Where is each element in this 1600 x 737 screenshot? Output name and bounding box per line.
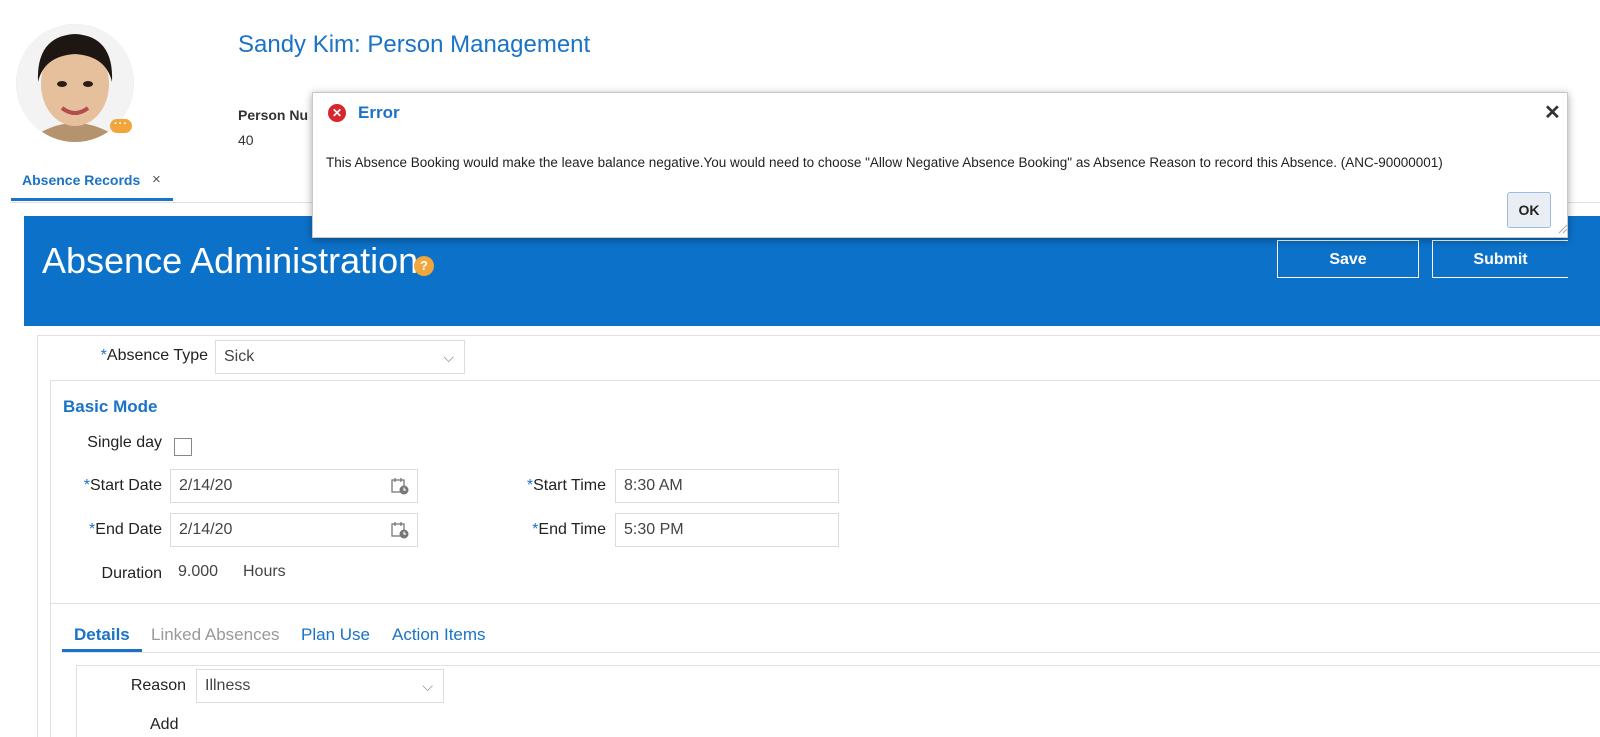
- submit-button[interactable]: Submit: [1432, 240, 1568, 278]
- page-title: Sandy Kim: Person Management: [238, 31, 591, 58]
- tab-close-icon[interactable]: ×: [152, 171, 161, 188]
- person-number-value: 40: [238, 132, 254, 148]
- ok-button[interactable]: OK: [1507, 192, 1551, 228]
- chevron-down-icon: ⌵: [422, 678, 433, 694]
- calendar-icon[interactable]: [391, 477, 409, 495]
- end-time-label: *End Time: [532, 521, 606, 538]
- start-time-input[interactable]: 8:30 AM: [615, 469, 839, 503]
- divider: [50, 603, 1600, 604]
- tab-plan-use[interactable]: Plan Use: [301, 625, 370, 645]
- start-date-input[interactable]: 2/14/20: [170, 469, 418, 503]
- tab-action-items[interactable]: Action Items: [392, 625, 486, 645]
- duration-unit: Hours: [243, 563, 286, 580]
- end-date-label: *End Date: [89, 521, 162, 538]
- single-day-checkbox[interactable]: [174, 438, 192, 456]
- start-time-label: *Start Time: [526, 477, 606, 494]
- error-message: This Absence Booking would make the leav…: [326, 155, 1443, 170]
- calendar-icon[interactable]: [391, 521, 409, 539]
- banner-title: Absence Administration: [42, 240, 419, 281]
- person-number-label: Person Nu: [238, 107, 309, 123]
- reason-label: Reason: [130, 677, 186, 694]
- duration-label: Duration: [101, 565, 162, 582]
- start-date-label: *Start Date: [83, 477, 162, 494]
- reason-value: Illness: [205, 677, 251, 694]
- subtabs-baseline: [62, 652, 1600, 653]
- resize-grip-icon[interactable]: [1556, 222, 1568, 234]
- help-icon[interactable]: ?: [414, 256, 434, 276]
- reason-select[interactable]: Illness ⌵: [196, 669, 444, 703]
- absence-type-select[interactable]: Sick ⌵: [215, 340, 465, 374]
- end-time-input[interactable]: 5:30 PM: [615, 513, 839, 547]
- chat-bubble-icon[interactable]: ···: [110, 119, 132, 133]
- save-button[interactable]: Save: [1277, 240, 1419, 278]
- start-date-value: 2/14/20: [179, 477, 233, 494]
- tab-linked-absences[interactable]: Linked Absences: [151, 625, 280, 645]
- absence-type-label: *Absence Type: [100, 347, 208, 364]
- end-date-input[interactable]: 2/14/20: [170, 513, 418, 547]
- tab-details[interactable]: Details: [74, 625, 130, 645]
- dialog-title: Error: [358, 103, 400, 122]
- close-icon[interactable]: ✕: [1544, 100, 1561, 125]
- tab-absence-records-label[interactable]: Absence Records: [22, 172, 140, 188]
- chevron-down-icon: ⌵: [443, 349, 454, 365]
- end-date-value: 2/14/20: [179, 521, 233, 538]
- error-icon: ✕: [328, 104, 346, 122]
- start-time-value: 8:30 AM: [624, 477, 683, 494]
- partial-label: Add: [150, 716, 179, 733]
- tab-details-underline: [62, 649, 142, 652]
- basic-mode-title[interactable]: Basic Mode: [63, 397, 157, 417]
- end-time-value: 5:30 PM: [624, 521, 684, 538]
- single-day-label: Single day: [87, 434, 162, 451]
- absence-type-value: Sick: [224, 348, 255, 365]
- duration-value: 9.000: [178, 563, 219, 580]
